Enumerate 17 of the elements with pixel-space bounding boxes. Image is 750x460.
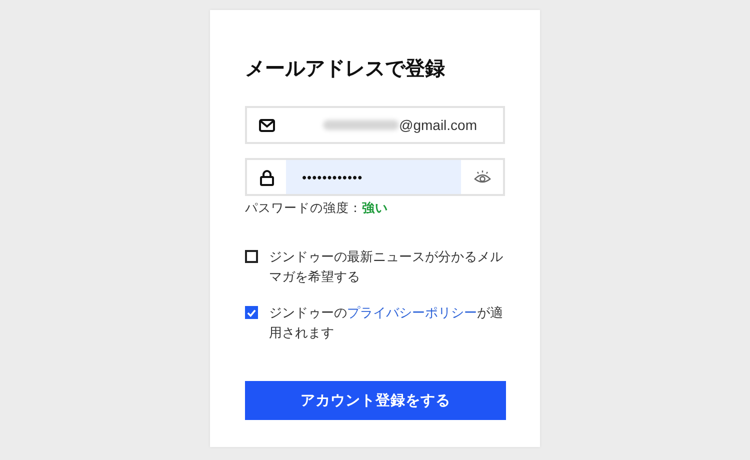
password-value: •••••••••••• [302,170,363,184]
password-field[interactable]: •••••••••••• [245,158,505,196]
strength-value: 強い [362,200,388,217]
envelope-icon [259,118,275,132]
email-value: @gmail.com [399,117,478,133]
checkmark-icon [247,308,256,316]
checkbox-label: ジンドゥーの最新ニュースが分かるメルマガを希望する [269,248,504,286]
email-field[interactable]: @gmail.com [245,106,505,144]
form-title: メールアドレスで登録 [245,57,445,82]
checkbox[interactable] [245,306,258,319]
checkbox-label: ジンドゥーのプライバシーポリシーが適用されます [269,304,504,342]
register-button[interactable]: アカウント登録をする [245,381,506,420]
checkbox[interactable] [245,250,258,263]
eye-icon [474,170,490,184]
strength-label: パスワードの強度： [245,200,362,217]
privacy-policy-link[interactable]: プライバシーポリシー [347,305,477,320]
padlock-icon [260,168,274,186]
